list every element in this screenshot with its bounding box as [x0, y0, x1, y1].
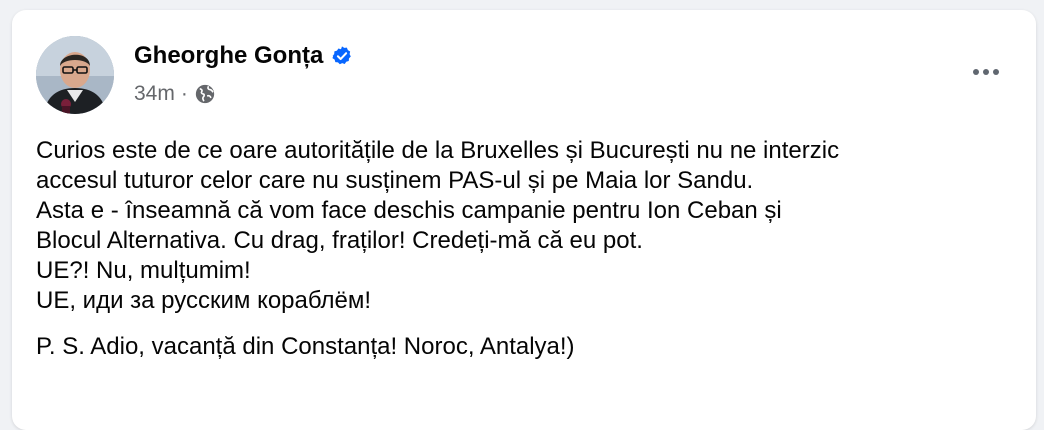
- globe-icon[interactable]: [194, 83, 216, 105]
- post-text-line: Curios este de ce oare autoritățile de l…: [36, 137, 840, 164]
- post-timestamp[interactable]: 34m: [134, 82, 175, 106]
- post-card: Gheorghe Gonța 34m · Curios este de ce o…: [12, 10, 1036, 430]
- meta-separator: ·: [180, 82, 188, 105]
- avatar[interactable]: [36, 36, 114, 114]
- post-text-line: UE?! Nu, mulțumim!: [36, 257, 251, 284]
- avatar-image: [36, 36, 114, 114]
- author-name[interactable]: Gheorghe Gonța: [134, 42, 323, 70]
- post-meta: 34m ·: [134, 82, 216, 106]
- post-text: Curios este de ce oare autoritățile de l…: [36, 136, 1016, 362]
- post-text-line: Asta e - înseamnă că vom face deschis ca…: [36, 197, 782, 224]
- more-horizontal-icon: [973, 69, 999, 75]
- post-text-line: UE, иди за русским кораблём!: [36, 287, 372, 314]
- post-header: Gheorghe Gonța 34m ·: [36, 36, 1016, 116]
- author-row: Gheorghe Gonța: [134, 42, 353, 70]
- post-text-line: accesul tuturor celor care nu susținem P…: [36, 167, 754, 194]
- post-ps-line: P. S. Adio, vacanță din Constanța! Noroc…: [36, 333, 575, 360]
- verified-badge-icon: [331, 45, 353, 67]
- more-options-button[interactable]: [964, 54, 1008, 90]
- post-text-line: Blocul Alternativa. Cu drag, fraților! C…: [36, 227, 643, 254]
